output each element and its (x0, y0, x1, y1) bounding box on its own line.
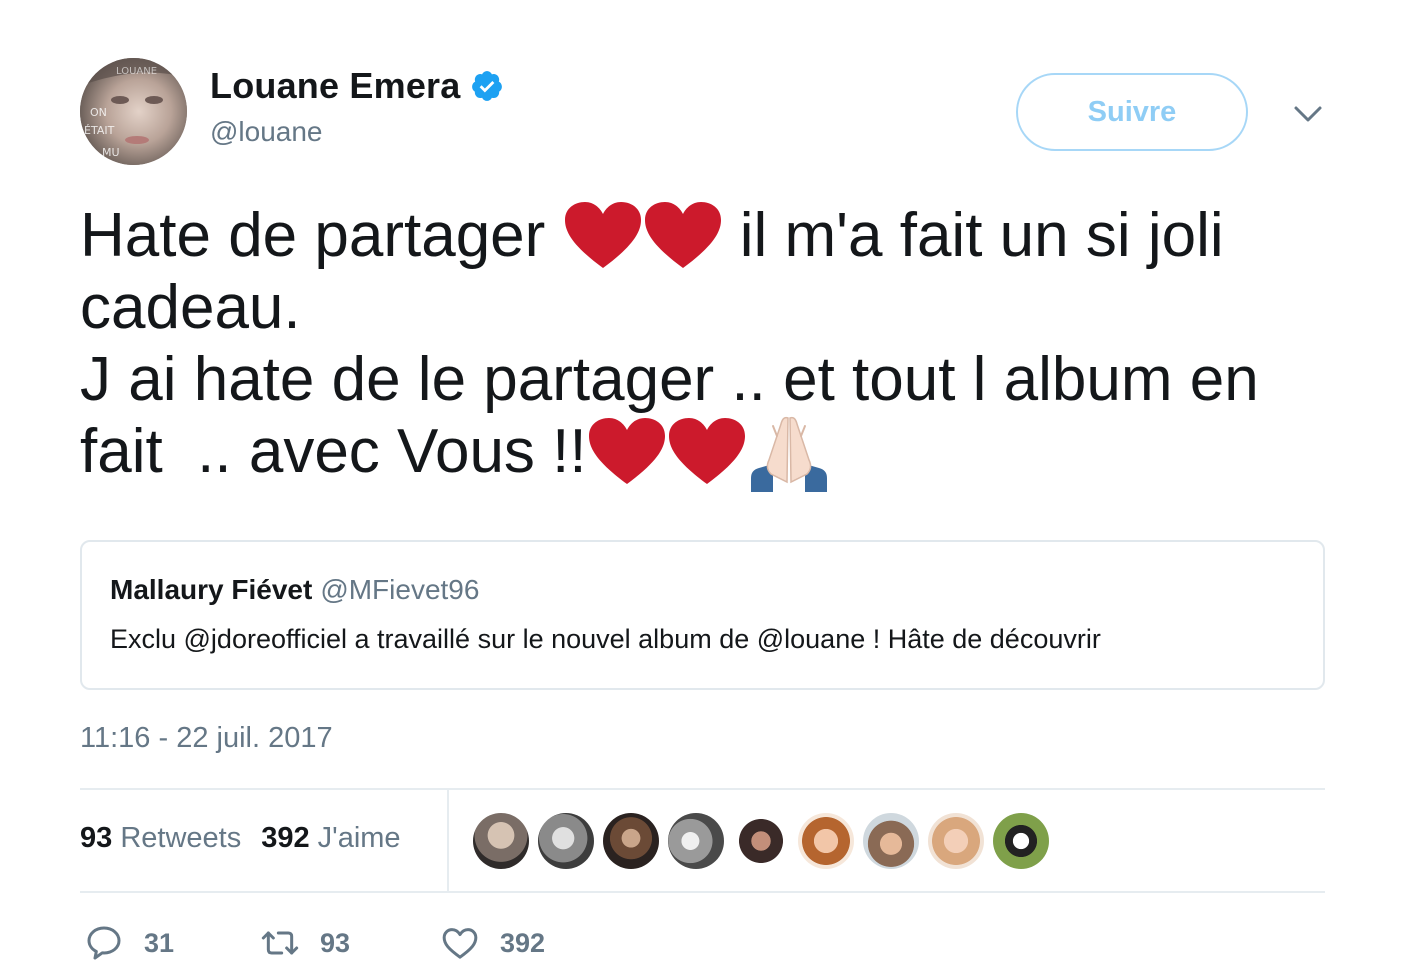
red-heart-icon (668, 418, 745, 484)
tweet-line: fait .. avec Vous !! (80, 416, 1330, 492)
tweet-line: cadeau. (80, 272, 1330, 344)
liker-avatar[interactable] (993, 813, 1049, 869)
retweet-button[interactable]: 93 (260, 920, 350, 966)
retweets-label: Retweets (120, 822, 242, 854)
red-heart-icon (564, 202, 641, 268)
quoted-author-handle: @MFievet96 (320, 574, 480, 605)
liker-avatar[interactable] (733, 813, 789, 869)
liker-avatar[interactable] (668, 813, 724, 869)
author-avatar[interactable]: ON ÉTAIT MU LOUANE (80, 58, 187, 165)
red-heart-icon (644, 202, 721, 268)
red-heart-icon (588, 418, 665, 484)
liker-avatar[interactable] (473, 813, 529, 869)
liker-avatar[interactable] (603, 813, 659, 869)
likes-count: 392 (261, 822, 310, 854)
like-icon (442, 928, 478, 959)
retweet-icon (261, 931, 299, 955)
svg-text:LOUANE: LOUANE (116, 66, 157, 77)
like-button[interactable]: 392 (440, 920, 545, 966)
likes-stat[interactable]: 392 J'aime (261, 822, 400, 854)
like-count: 392 (500, 927, 546, 958)
engagement-stats: 93 Retweets 392 J'aime (80, 822, 401, 855)
author-display-name[interactable]: Louane Emera (210, 65, 460, 107)
tweet-card: ON ÉTAIT MU LOUANE Louane Emera @louane … (0, 0, 1406, 975)
reply-icon (87, 926, 121, 960)
divider (80, 891, 1325, 893)
follow-button[interactable]: Suivre (1016, 73, 1248, 151)
liker-avatar[interactable] (928, 813, 984, 869)
retweet-count: 93 (320, 927, 351, 958)
tweet-line: Hate de partager il m'a fait un si joli (80, 200, 1330, 272)
folded-hands-icon (750, 416, 827, 492)
author-handle[interactable]: @louane (210, 116, 504, 148)
divider (80, 788, 1325, 790)
tweet-text-segment: cadeau. (80, 273, 301, 342)
quoted-tweet-text: Exclu @jdoreofficiel a travaillé sur le … (110, 624, 1101, 654)
chevron-down-icon[interactable] (1290, 96, 1326, 132)
tweet-text-segment: fait .. avec Vous !! (80, 417, 587, 486)
likes-label: J'aime (317, 822, 401, 854)
verified-badge-icon (472, 71, 503, 101)
tweet-line: J ai hate de le partager .. et tout l al… (80, 344, 1330, 416)
divider (447, 790, 449, 891)
svg-text:MU: MU (102, 146, 120, 159)
tweet-text-segment: Hate de partager (80, 201, 563, 270)
retweets-stat[interactable]: 93 Retweets (80, 822, 241, 854)
quoted-tweet[interactable]: Mallaury Fiévet @MFievet96 Exclu @jdoreof… (80, 540, 1325, 690)
quoted-author-name: Mallaury Fiévet (110, 574, 313, 605)
quoted-tweet-header: Mallaury Fiévet @MFievet96 (110, 574, 479, 606)
retweets-count: 93 (80, 822, 113, 854)
author-info: Louane Emera @louane (210, 64, 504, 148)
reply-count: 31 (144, 927, 175, 958)
reply-button[interactable]: 31 (84, 920, 174, 966)
liker-avatar[interactable] (863, 813, 919, 869)
liker-avatar[interactable] (798, 813, 854, 869)
tweet-text-segment: J ai hate de le partager .. et tout l al… (80, 345, 1259, 414)
tweet-text: Hate de partager il m'a fait un si joli … (80, 200, 1330, 492)
svg-text:ON: ON (90, 106, 107, 119)
svg-text:ÉTAIT: ÉTAIT (84, 124, 115, 137)
tweet-timestamp[interactable]: 11:16 - 22 juil. 2017 (80, 722, 333, 755)
tweet-text-segment: il m'a fait un si joli (722, 201, 1224, 270)
liker-avatar[interactable] (538, 813, 594, 869)
liker-avatars (473, 813, 1058, 869)
